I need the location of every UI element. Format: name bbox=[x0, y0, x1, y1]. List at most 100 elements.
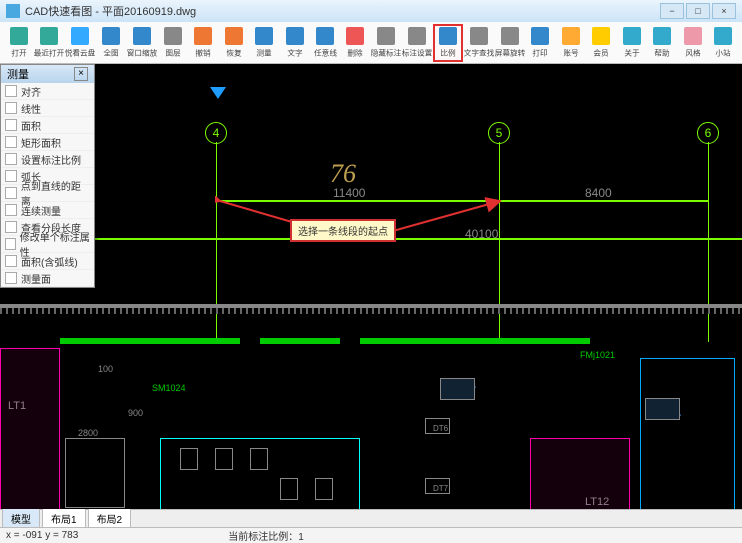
toolbar-scale-button[interactable]: 比例 bbox=[433, 24, 463, 62]
recent-icon bbox=[40, 27, 58, 45]
toolbar-full-button[interactable]: 全图 bbox=[96, 24, 125, 62]
layout-tab[interactable]: 布局1 bbox=[42, 508, 86, 529]
toolbar-redo-button[interactable]: 恢复 bbox=[219, 24, 248, 62]
tab-bar: 模型布局1布局2 bbox=[0, 509, 742, 527]
toolbar-label: 悦看云盘 bbox=[65, 46, 96, 57]
menu-item-label: 设置标注比例 bbox=[21, 152, 81, 167]
grid-bubble-6: 6 bbox=[697, 122, 719, 144]
toolbar-measure-button[interactable]: 测量 bbox=[249, 24, 278, 62]
open-icon bbox=[10, 27, 28, 45]
status-bar: x = -091 y = 783 当前标注比例：1 bbox=[0, 527, 742, 543]
vip-icon bbox=[592, 27, 610, 45]
label-sm1024: SM1024 bbox=[152, 383, 186, 393]
menu-item-setscale[interactable]: 设置标注比例 bbox=[1, 151, 94, 168]
toolbar-label: 测量 bbox=[256, 46, 271, 57]
menu-item-icon bbox=[5, 85, 17, 97]
toolbar-open-button[interactable]: 打开 bbox=[4, 24, 33, 62]
menu-item-label: 线性 bbox=[21, 101, 41, 116]
toolbar-label: 图层 bbox=[165, 46, 180, 57]
wall bbox=[60, 338, 240, 344]
marker-arrow-icon bbox=[210, 87, 226, 99]
menu-item-icon bbox=[5, 204, 17, 216]
menu-item-label: 面积 bbox=[21, 118, 41, 133]
toolbar-vip-button[interactable]: 会员 bbox=[587, 24, 616, 62]
fixture-box bbox=[180, 448, 198, 470]
dim-900: 900 bbox=[128, 408, 143, 418]
toolbar-hide-button[interactable]: 隐藏标注 bbox=[371, 24, 401, 62]
site-icon bbox=[714, 27, 732, 45]
rotate-icon bbox=[501, 27, 519, 45]
close-button[interactable]: × bbox=[712, 3, 736, 19]
style-icon bbox=[684, 27, 702, 45]
toolbar-delete-button[interactable]: 删除 bbox=[341, 24, 370, 62]
toolbar-rotate-button[interactable]: 屏幕旋转 bbox=[495, 24, 525, 62]
undo-icon bbox=[194, 27, 212, 45]
menu-item-icon bbox=[5, 119, 17, 131]
menu-item-editprop[interactable]: 修改单个标注属性 bbox=[1, 236, 94, 253]
fixture-box bbox=[425, 478, 450, 494]
toolbar-label: 全图 bbox=[104, 46, 119, 57]
delete-icon bbox=[346, 27, 364, 45]
toolbar-label: 窗口缩放 bbox=[127, 46, 158, 57]
full-icon bbox=[102, 27, 120, 45]
acct-icon bbox=[562, 27, 580, 45]
toolbar-text-button[interactable]: 文字 bbox=[280, 24, 309, 62]
room-box bbox=[640, 358, 735, 509]
toolbar-print-button[interactable]: 打印 bbox=[526, 24, 555, 62]
toolbar-line-button[interactable]: 任意线 bbox=[310, 24, 339, 62]
toolbar-label: 任意线 bbox=[314, 46, 337, 57]
menu-item-rectarea[interactable]: 矩形面积 bbox=[1, 134, 94, 151]
toolbar-undo-button[interactable]: 撤销 bbox=[188, 24, 217, 62]
dimension-76: 76 bbox=[330, 159, 356, 189]
layout-tab[interactable]: 布局2 bbox=[88, 508, 132, 529]
menu-item-icon bbox=[5, 221, 17, 233]
toolbar-label: 最近打开 bbox=[34, 46, 65, 57]
minimize-button[interactable]: − bbox=[660, 3, 684, 19]
menu-item-pt2line[interactable]: 点到直线的距离 bbox=[1, 185, 94, 202]
menu-item-measarea[interactable]: 测量面 bbox=[1, 270, 94, 287]
toolbar: 打开最近打开悦看云盘全图窗口缩放图层撤销恢复 测量 文字 任意线删除隐藏标注标注设置比… bbox=[0, 22, 742, 64]
menu-item-align[interactable]: 对齐 bbox=[1, 83, 94, 100]
menu-item-linear[interactable]: 线性 bbox=[1, 100, 94, 117]
toolbar-label: 打印 bbox=[533, 46, 548, 57]
about-icon bbox=[623, 27, 641, 45]
toolbar-zoom-button[interactable]: 窗口缩放 bbox=[127, 24, 157, 62]
menu-close-icon[interactable]: × bbox=[74, 67, 88, 81]
maximize-button[interactable]: □ bbox=[686, 3, 710, 19]
status-scale: 当前标注比例：1 bbox=[228, 528, 304, 543]
toolbar-layer-button[interactable]: 图层 bbox=[158, 24, 187, 62]
dimension-line bbox=[499, 200, 709, 202]
line-icon bbox=[316, 27, 334, 45]
fixture-box bbox=[440, 378, 475, 400]
toolbar-style-button[interactable]: 风格 bbox=[678, 24, 707, 62]
toolbar-label: 文字查找 bbox=[463, 46, 494, 57]
toolbar-about-button[interactable]: 关于 bbox=[617, 24, 646, 62]
fixture-box bbox=[315, 478, 333, 500]
drawing-canvas[interactable]: 测量 × 对齐线性面积矩形面积设置标注比例弧长点到直线的距离连续测量查看分段长度… bbox=[0, 64, 742, 509]
toolbar-findtext-button[interactable]: 文字查找 bbox=[464, 24, 494, 62]
toolbar-label: 恢复 bbox=[226, 46, 241, 57]
toolbar-label: 文字 bbox=[287, 46, 302, 57]
layer-icon bbox=[164, 27, 182, 45]
wall bbox=[260, 338, 340, 344]
fixture-box bbox=[280, 478, 298, 500]
toolbar-label: 关于 bbox=[624, 46, 639, 57]
toolbar-cloud-button[interactable]: 悦看云盘 bbox=[65, 24, 95, 62]
help-icon bbox=[653, 27, 671, 45]
toolbar-recent-button[interactable]: 最近打开 bbox=[34, 24, 64, 62]
toolbar-label: 标注设置 bbox=[402, 46, 433, 57]
measure-icon bbox=[255, 27, 273, 45]
toolbar-acct-button[interactable]: 账号 bbox=[556, 24, 585, 62]
room-box bbox=[530, 438, 630, 509]
toolbar-label: 会员 bbox=[594, 46, 609, 57]
toolbar-set-button[interactable]: 标注设置 bbox=[402, 24, 432, 62]
menu-item-icon bbox=[5, 102, 17, 114]
toolbar-label: 比例 bbox=[440, 46, 455, 57]
toolbar-help-button[interactable]: 帮助 bbox=[648, 24, 677, 62]
menu-item-area[interactable]: 面积 bbox=[1, 117, 94, 134]
menu-item-icon bbox=[5, 238, 16, 250]
dimension-8400: 8400 bbox=[585, 186, 612, 200]
window-controls: − □ × bbox=[660, 3, 736, 19]
toolbar-site-button[interactable]: 小站 bbox=[709, 24, 738, 62]
layout-tab[interactable]: 模型 bbox=[2, 508, 40, 529]
